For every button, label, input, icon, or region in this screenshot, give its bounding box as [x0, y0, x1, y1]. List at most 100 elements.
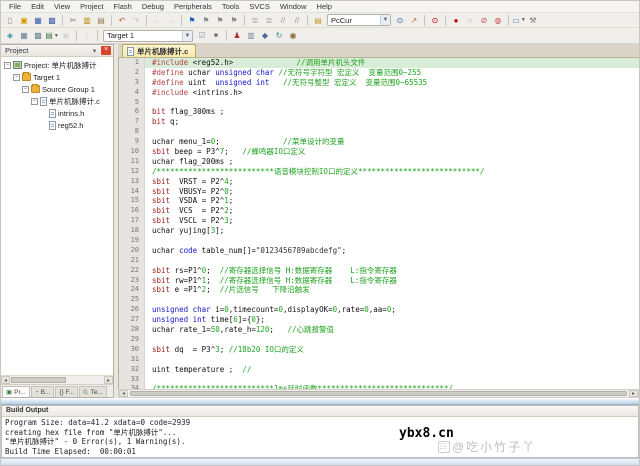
window-layout-button[interactable]: ▭ ▼	[512, 14, 526, 26]
rebuild-all-button[interactable]: ▩	[32, 30, 45, 42]
menu-file[interactable]: File	[4, 2, 26, 11]
save-all-button[interactable]: ▩	[46, 14, 59, 26]
manage-books-button[interactable]: ▥	[245, 30, 258, 42]
tree-item[interactable]: intrins.h	[1, 107, 113, 119]
code-line[interactable]: 24 sbit e =P1^2; //片选信号 下降沿触发	[119, 285, 639, 296]
editor-tab[interactable]: 单片机脉搏计.c	[122, 44, 197, 57]
bookmark-clear-button[interactable]: ⚑	[228, 14, 241, 26]
tree-item[interactable]: − Source Group 1	[1, 83, 113, 95]
disable-all-breakpoints-button[interactable]: ⊘	[478, 14, 491, 26]
code-line[interactable]: 32 uint temperature ; //	[119, 364, 639, 375]
reload-packs-button[interactable]: ↻	[273, 30, 286, 42]
code-line[interactable]: 10 sbit beep = P3^7; //蜂鸣器IO口定义	[119, 147, 639, 157]
menu-debug[interactable]: Debug	[137, 2, 169, 11]
indent-left-button[interactable]: ≣	[249, 14, 262, 26]
code-line[interactable]: 22 sbit rs=P1^0; //寄存器选择信号 H:数据寄存器 L:指令寄存…	[119, 265, 639, 276]
scroll-track[interactable]	[67, 376, 104, 384]
download-button[interactable]: ⇩	[81, 30, 94, 42]
bookmark-toggle-button[interactable]: ⚑	[186, 14, 199, 26]
expander-icon[interactable]: −	[13, 73, 20, 81]
scroll-left-icon[interactable]: ◂	[119, 390, 128, 397]
code-line[interactable]: 25	[119, 295, 639, 306]
code-line[interactable]: 2 #define uchar unsigned char //无符号字符型 宏定…	[119, 67, 639, 78]
find-book-icon[interactable]: ▤	[312, 14, 325, 26]
paste-button[interactable]: ▤	[95, 14, 108, 26]
expander-icon[interactable]: −	[31, 97, 38, 105]
scrollbar-thumb[interactable]	[11, 377, 66, 383]
code-editor[interactable]: 1 #include <reg52.h> //调用单片机头文件 2 #define u…	[118, 58, 639, 389]
menu-edit[interactable]: Edit	[26, 2, 49, 11]
expander-icon[interactable]: −	[4, 61, 11, 69]
code-line[interactable]: 12 /**************************语音模块控制IO口的定…	[119, 166, 639, 177]
select-software-packs-button[interactable]: ◆	[259, 30, 272, 42]
navigate-forward-button[interactable]: →	[165, 14, 178, 26]
code-line[interactable]: 19	[119, 236, 639, 246]
comment-selection-button[interactable]: //	[277, 14, 290, 26]
open-file-button[interactable]: ▣	[18, 14, 31, 26]
tab-functions[interactable]: {} F...	[55, 386, 79, 397]
code-line[interactable]: 18 uchar yujing[3];	[119, 226, 639, 237]
insert-breakpoint-button[interactable]: ●	[450, 14, 463, 26]
code-line[interactable]: 8	[119, 127, 639, 138]
code-line[interactable]: 23 sbit rw=P1^1; //寄存器选择信号 H:数据寄存器 L:指令寄存…	[119, 275, 639, 286]
tree-item[interactable]: − Project: 单片机脉搏计	[1, 59, 113, 71]
scroll-right-icon[interactable]: ▸	[629, 390, 638, 397]
editor-hscrollbar[interactable]: ◂ ▸	[118, 389, 639, 398]
code-line[interactable]: 29	[119, 334, 639, 345]
build-output-log[interactable]: Program Size: data=41.2 xdata=0 code=293…	[2, 417, 638, 457]
target-select-combobox[interactable]: Target 1 ▼	[103, 29, 193, 42]
chevron-down-icon[interactable]: ▼	[182, 30, 192, 41]
kill-all-breakpoints-button[interactable]: ◍	[492, 14, 505, 26]
code-line[interactable]: 7 bit q;	[119, 117, 639, 128]
code-line[interactable]: 9 uchar menu_1=0; //菜单设计的变量	[119, 137, 639, 148]
code-line[interactable]: 3 #define uint unsigned int //无符号整型 宏定义 变…	[119, 77, 639, 88]
indent-right-button[interactable]: ≣	[263, 14, 276, 26]
save-button[interactable]: ▦	[32, 14, 45, 26]
scrollbar-thumb[interactable]	[130, 391, 627, 396]
scroll-left-icon[interactable]: ◂	[1, 376, 10, 384]
build-button[interactable]: ▦	[18, 30, 31, 42]
code-line[interactable]: 5	[119, 97, 639, 108]
code-line[interactable]: 13 sbit VRST = P2^4;	[119, 176, 639, 187]
code-line[interactable]: 11 uchar flag_200ms ;	[119, 156, 639, 167]
code-line[interactable]: 16 sbit VCS = P2^2;	[119, 206, 639, 217]
chevron-down-icon[interactable]: ▼	[521, 17, 526, 23]
tab-books[interactable]: ◔ B...	[30, 386, 55, 397]
menu-tools[interactable]: Tools	[217, 2, 245, 11]
find-combobox[interactable]: PcCur ▼	[327, 14, 391, 26]
code-line[interactable]: 6 bit flag_300ms ;	[119, 107, 639, 118]
chevron-down-icon[interactable]: ▼	[380, 15, 390, 25]
pin-icon[interactable]: ▾	[90, 46, 99, 55]
menu-flash[interactable]: Flash	[109, 2, 137, 11]
code-line[interactable]: 4 #include <intrins.h>	[119, 87, 639, 98]
close-panel-button[interactable]: ×	[101, 46, 111, 55]
find-in-files-button[interactable]: ⊙	[394, 14, 407, 26]
bookmark-next-button[interactable]: ⚑	[200, 14, 213, 26]
manage-rte-button[interactable]: ♟	[231, 30, 244, 42]
expander-icon[interactable]: −	[22, 85, 29, 93]
redo-button[interactable]: ↷	[130, 14, 143, 26]
tree-item[interactable]: reg52.h	[1, 119, 113, 131]
menu-svcs[interactable]: SVCS	[244, 2, 274, 11]
code-line[interactable]: 31	[119, 354, 639, 365]
horizontal-splitter[interactable]	[1, 398, 639, 405]
code-line[interactable]: 14 sbit VBUSY= P2^0;	[119, 186, 639, 197]
code-line[interactable]: 33	[119, 374, 639, 385]
manage-project-items-button[interactable]: ☑	[196, 30, 209, 42]
tab-project[interactable]: ▣ Pr...	[2, 386, 30, 397]
incremental-find-button[interactable]: ↗	[408, 14, 421, 26]
debug-session-button[interactable]: ⊙	[429, 14, 442, 26]
cut-button[interactable]: ✂	[67, 14, 80, 26]
code-line[interactable]: 30 sbit dq = P3^3; //18b20 IO口的定义	[119, 344, 639, 355]
code-line[interactable]: 28 uchar rate_1=50,rate_h=120; //心跳报警值	[119, 325, 639, 335]
tree-item[interactable]: − 单片机脉搏计.c	[1, 95, 113, 107]
undo-button[interactable]: ↶	[116, 14, 129, 26]
uncomment-selection-button[interactable]: //	[291, 14, 304, 26]
project-panel-hscrollbar[interactable]: ◂ ▸	[1, 375, 113, 384]
scroll-right-icon[interactable]: ▸	[104, 376, 113, 384]
menu-view[interactable]: View	[49, 2, 75, 11]
code-line[interactable]: 17 sbit VSCL = P2^3;	[119, 216, 639, 227]
enable-breakpoint-button[interactable]: ○	[464, 14, 477, 26]
code-line[interactable]: 20 uchar code table_num[]="0123456789abcd…	[119, 245, 639, 256]
pack-installer-button[interactable]: ◉	[287, 30, 300, 42]
